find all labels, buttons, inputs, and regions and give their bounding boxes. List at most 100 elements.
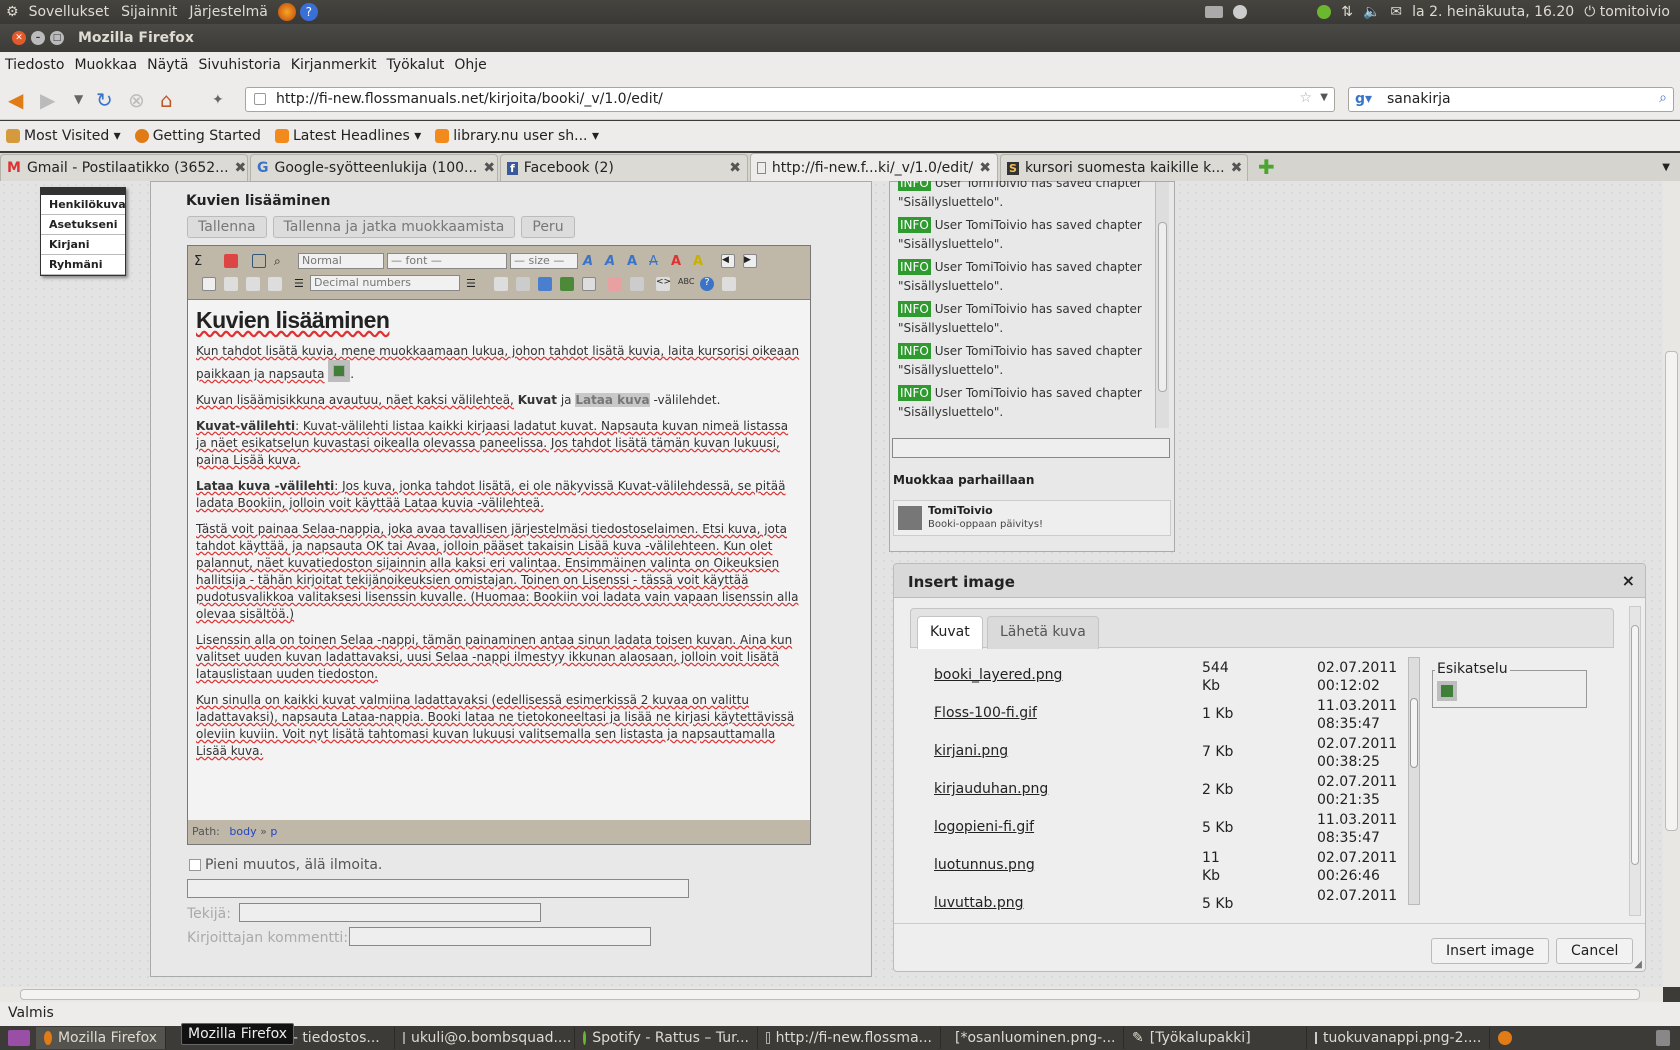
menu-applications[interactable]: Sovellukset [23,4,116,20]
path-p-link[interactable]: p [270,825,277,838]
bookmark-most-visited[interactable]: Most Visited ▾ [0,128,129,144]
author-input[interactable] [239,903,541,922]
text-style-c-icon[interactable]: A [627,254,641,269]
firefox-launcher-icon[interactable] [277,3,296,21]
file-name-link[interactable]: booki_layered.png [934,667,1062,683]
list-style-select[interactable]: Decimal numbers [310,275,460,291]
home-icon[interactable]: ⌂ [160,88,173,112]
file-row[interactable]: kirjauduhan.png 2 Kb 02.07.2011 00:21:35 [934,771,1397,809]
comment-input[interactable] [187,879,689,898]
dialog-cancel-button[interactable]: Cancel [1556,938,1634,964]
clock[interactable]: la 2. heinäkuuta, 16.20 [1412,4,1574,20]
file-list-scrollbar[interactable] [1408,657,1420,905]
size-select[interactable]: — size — [510,253,578,269]
search-bar[interactable]: g▾ sanakirja ⌕ [1348,87,1674,112]
menu-view[interactable]: Näytä [142,57,193,73]
menu-file[interactable]: Tiedosto [0,57,69,73]
editor-content[interactable]: Kuvien lisääminen Kun tahdot lisätä kuvi… [188,300,810,820]
search-icon[interactable]: ⌕ [1659,90,1667,106]
spellcheck-icon[interactable]: ABC [678,277,694,291]
tab-facebook[interactable]: f Facebook (2) ✖ [500,154,748,181]
menu-history[interactable]: Sivuhistoria [194,57,286,73]
tab-upload-image[interactable]: Lähetä kuva [987,616,1099,649]
spotify-tray-icon[interactable] [1317,5,1332,19]
text-style-a-icon[interactable]: A [583,254,597,269]
insert-image-button[interactable]: Insert image [1431,938,1550,964]
path-body-link[interactable]: body [229,825,256,838]
menu-edit[interactable]: Muokkaa [69,57,142,73]
minimize-window-icon[interactable]: – [31,31,45,45]
close-tab-icon[interactable]: ✖ [723,160,741,176]
dialog-titlebar[interactable]: Insert image × [894,564,1645,598]
task-gimp-image[interactable]: [*osanluominen.png-... [941,1027,1124,1049]
link-icon[interactable] [516,277,530,291]
ubuntu-logo-icon[interactable]: ⚙ [0,4,23,20]
history-dropdown-icon[interactable]: ▼ [74,92,83,106]
drive-icon[interactable] [1205,6,1224,18]
file-row[interactable]: luvuttab.png 5 Kb 02.07.2011 [934,885,1397,915]
save-continue-button[interactable]: Tallenna ja jatka muokkaamista [272,216,516,238]
tab-gmail[interactable]: M Gmail - Postilaatikko (3652... ✖ [0,154,248,181]
format-select[interactable]: Normal [298,253,384,269]
outdent-icon[interactable]: ◀ [721,254,735,268]
tab-flossmanuals[interactable]: http://fi-new.f...ki/_v/1.0/edit/✖ [750,153,998,181]
site-identity-icon[interactable] [254,93,266,105]
mail-icon[interactable]: ✉ [1390,4,1402,20]
align-justify-icon[interactable] [268,277,282,291]
page-vertical-scrollbar[interactable] [1663,181,1680,987]
numbered-list-icon[interactable]: ☰ [294,277,308,291]
align-right-icon[interactable] [246,277,260,291]
find-icon[interactable]: ⌕ [274,254,288,268]
task-toolbox[interactable]: ✎ [Työkalupakki] [1124,1027,1307,1049]
file-row[interactable]: logopieni-fi.gif 5 Kb 11.03.2011 08:35:47 [934,809,1397,847]
align-center-icon[interactable] [224,277,238,291]
back-icon[interactable]: ◀ [8,88,23,112]
show-desktop-icon[interactable] [8,1030,30,1046]
url-bar[interactable]: http://fi-new.flossmanuals.net/kirjoita/… [245,87,1335,112]
file-name-link[interactable]: kirjauduhan.png [934,781,1048,797]
tab-google-reader[interactable]: G Google-syötteenlukija (100... ✖ [250,154,498,181]
bookmark-latest-headlines[interactable]: Latest Headlines ▾ [269,128,429,144]
table-icon[interactable] [582,277,596,291]
html-source-icon[interactable]: <> [656,277,671,291]
task-firefox[interactable]: Mozilla Firefox [36,1027,166,1049]
file-name-link[interactable]: Floss-100-fi.gif [934,705,1037,721]
sigma-icon[interactable]: Σ [194,254,208,269]
file-row[interactable]: booki_layered.png 544 Kb 02.07.2011 00:12:02 [934,657,1397,695]
user-menu[interactable]: ⏻ tomitoivio [1584,4,1670,20]
file-name-link[interactable]: luvuttab.png [934,895,1023,911]
file-name-link[interactable]: kirjani.png [934,743,1008,759]
save-button[interactable]: Tallenna [187,216,267,238]
text-color-icon[interactable]: A [671,254,685,269]
menu-groups[interactable]: Ryhmäni [41,255,125,275]
network-icon[interactable]: ⇅ [1341,4,1353,20]
trash-icon[interactable] [1656,1030,1670,1046]
bookmark-star-icon[interactable]: ☆ [1299,90,1312,106]
menu-help[interactable]: Ohje [449,57,491,73]
menu-my-books[interactable]: Kirjani [41,235,125,255]
close-tab-icon[interactable]: ✖ [229,160,247,176]
author-comment-input[interactable] [349,927,651,946]
close-window-icon[interactable]: ✕ [12,31,26,45]
menu-places[interactable]: Sijainnit [115,4,183,20]
page-horizontal-scrollbar[interactable] [0,987,1663,1002]
close-tab-icon[interactable]: ✖ [477,160,495,176]
reload-icon[interactable]: ↻ [96,88,113,112]
file-row[interactable]: luotunnus.png 11 Kb 02.07.2011 00:26:46 [934,847,1397,885]
fullscreen-icon[interactable] [252,254,266,268]
new-tab-icon[interactable]: ✚ [1250,155,1283,179]
file-row[interactable]: kirjani.png 7 Kb 02.07.2011 00:38:25 [934,733,1397,771]
strikethrough-icon[interactable]: A [649,254,663,269]
indent-icon[interactable]: ▶ [743,254,757,268]
url-dropdown-icon[interactable]: ▼ [1320,92,1328,103]
task-firefox-page[interactable]: http://fi-new.flossma... [758,1027,941,1049]
image-icon[interactable] [560,277,574,291]
addon-icon[interactable]: ✦ [212,92,224,108]
tab-kursori[interactable]: Skursori suomesta kaikille k... ✖ [1000,154,1248,181]
anchor-icon[interactable] [494,277,508,291]
chat-input[interactable] [892,438,1170,458]
file-name-link[interactable]: luotunnus.png [934,857,1035,873]
volume-icon[interactable]: 🔈 [1363,4,1380,20]
google-icon[interactable]: g▾ [1355,91,1372,107]
font-select[interactable]: — font — [387,253,507,269]
